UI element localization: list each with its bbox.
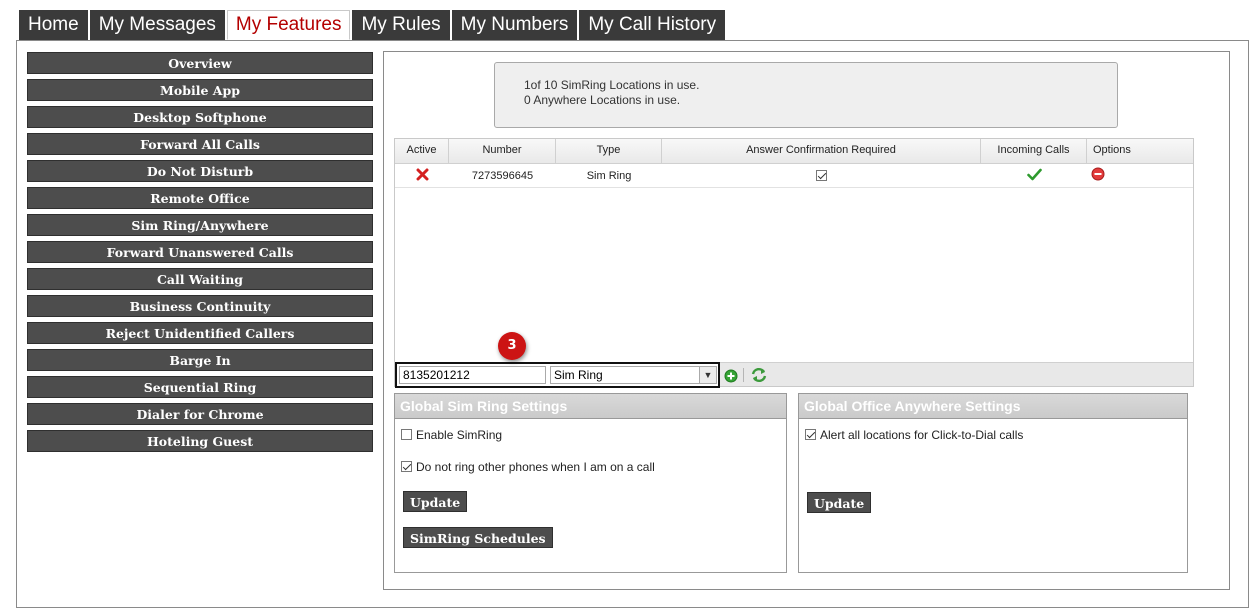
sidebar-item-forward-all-calls[interactable]: Forward All Calls — [27, 133, 373, 155]
refresh-icon[interactable] — [750, 366, 768, 388]
row-type-cell: Sim Ring — [586, 169, 632, 182]
red-x-icon[interactable] — [416, 168, 429, 184]
new-number-input[interactable] — [399, 366, 546, 384]
answer-confirmation-checkbox[interactable] — [816, 170, 827, 182]
location-usage-info: 1of 10 SimRing Locations in use. 0 Anywh… — [494, 62, 1118, 128]
office-anywhere-settings-title: Global Office Anywhere Settings — [799, 394, 1187, 419]
do-not-ring-label: Do not ring other phones when I am on a … — [416, 460, 655, 474]
do-not-ring-checkbox[interactable] — [401, 461, 412, 472]
column-header-options: Options — [1093, 144, 1131, 156]
sidebar-item-call-waiting[interactable]: Call Waiting — [27, 268, 373, 290]
tab-my-features[interactable]: My Features — [226, 10, 351, 40]
sidebar-item-mobile-app[interactable]: Mobile App — [27, 79, 373, 101]
do-not-ring-option: Do not ring other phones when I am on a … — [401, 460, 655, 474]
sim-ring-update-button[interactable]: Update — [403, 491, 468, 512]
separator-divider — [743, 368, 744, 382]
sidebar-item-sim-ring-anywhere[interactable]: Sim Ring/Anywhere — [27, 214, 373, 236]
row-answer-confirmation-cell — [662, 170, 981, 182]
location-type-value: Sim Ring — [554, 368, 603, 382]
global-office-anywhere-settings: Global Office Anywhere Settings Alert al… — [798, 393, 1188, 573]
tab-my-numbers[interactable]: My Numbers — [451, 10, 578, 40]
sidebar-item-forward-unanswered-calls[interactable]: Forward Unanswered Calls — [27, 241, 373, 263]
sidebar-item-hoteling-guest[interactable]: Hoteling Guest — [27, 430, 373, 452]
row-number-cell: 7273596645 — [471, 169, 534, 182]
step-callout-badge: 3 — [498, 332, 526, 360]
alert-all-locations-option: Alert all locations for Click-to-Dial ca… — [805, 428, 1023, 442]
column-header-incoming-calls[interactable]: Incoming Calls — [981, 139, 1087, 163]
tab-my-messages[interactable]: My Messages — [89, 10, 225, 40]
sidebar-item-overview[interactable]: Overview — [27, 52, 373, 74]
office-anywhere-update-button[interactable]: Update — [807, 492, 872, 513]
table-row: 7273596645 Sim Ring — [395, 164, 1193, 188]
row-active-cell — [395, 168, 449, 184]
column-header-type[interactable]: Type — [556, 139, 662, 163]
row-incoming-calls-cell — [981, 168, 1087, 184]
global-sim-ring-settings: Global Sim Ring Settings Enable SimRing … — [394, 393, 787, 573]
location-type-select[interactable]: Sim Ring ▼ — [550, 366, 717, 384]
sim-ring-settings-title: Global Sim Ring Settings — [395, 394, 786, 419]
column-header-number[interactable]: Number — [449, 139, 556, 163]
green-check-icon[interactable] — [1026, 168, 1042, 184]
tab-my-rules[interactable]: My Rules — [352, 10, 450, 40]
column-header-active[interactable]: Active — [395, 139, 449, 163]
main-nav-tabs: Home My Messages My Features My Rules My… — [19, 10, 727, 40]
column-header-answer-confirmation[interactable]: Answer Confirmation Required — [662, 139, 981, 163]
simring-usage-text: 1of 10 SimRing Locations in use. — [524, 78, 700, 92]
add-location-form: Sim Ring ▼ — [395, 362, 720, 388]
table-header: Active Number Type Answer Confirmation R… — [395, 139, 1193, 164]
sidebar-item-barge-in[interactable]: Barge In — [27, 349, 373, 371]
enable-simring-label: Enable SimRing — [416, 428, 503, 442]
sidebar-item-sequential-ring[interactable]: Sequential Ring — [27, 376, 373, 398]
add-circle-icon[interactable] — [724, 368, 738, 387]
sidebar-item-reject-unidentified-callers[interactable]: Reject Unidentified Callers — [27, 322, 373, 344]
alert-all-locations-label: Alert all locations for Click-to-Dial ca… — [820, 428, 1024, 442]
sidebar-item-business-continuity[interactable]: Business Continuity — [27, 295, 373, 317]
sidebar-item-desktop-softphone[interactable]: Desktop Softphone — [27, 106, 373, 128]
simring-schedules-button[interactable]: SimRing Schedules — [403, 527, 553, 548]
alert-all-locations-checkbox[interactable] — [805, 429, 816, 440]
row-options-cell — [1087, 167, 1193, 184]
tab-home[interactable]: Home — [19, 10, 88, 40]
sidebar-item-do-not-disturb[interactable]: Do Not Disturb — [27, 160, 373, 182]
remove-circle-icon[interactable] — [1091, 167, 1105, 184]
enable-simring-option: Enable SimRing — [401, 428, 502, 442]
sidebar-item-remote-office[interactable]: Remote Office — [27, 187, 373, 209]
chevron-down-icon[interactable]: ▼ — [699, 367, 716, 383]
anywhere-usage-text: 0 Anywhere Locations in use. — [524, 93, 681, 107]
tab-my-call-history[interactable]: My Call History — [579, 10, 726, 40]
enable-simring-checkbox[interactable] — [401, 429, 412, 440]
feature-sidebar: Overview Mobile App Desktop Softphone Fo… — [27, 52, 373, 457]
sidebar-item-dialer-for-chrome[interactable]: Dialer for Chrome — [27, 403, 373, 425]
